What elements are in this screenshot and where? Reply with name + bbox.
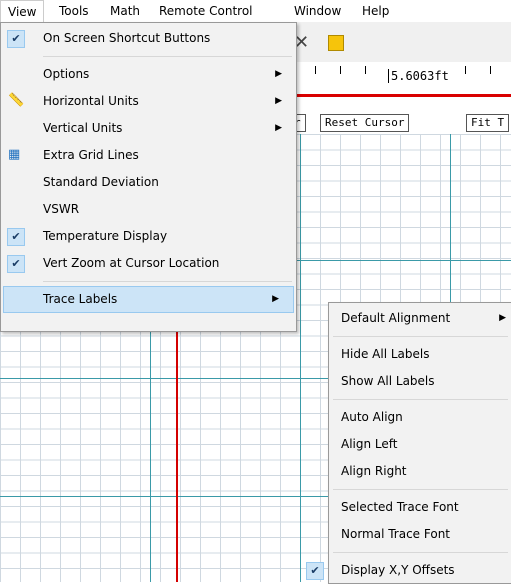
menu-bar: View Tools Math Remote Control Window He…: [0, 0, 511, 23]
checkmark-icon: ✔: [7, 30, 25, 48]
menu-item-show-all-labels[interactable]: Show All Labels: [329, 368, 511, 395]
view-menu-dropdown: ✔ On Screen Shortcut Buttons Options ▶ 📏…: [0, 22, 297, 332]
menu-tools[interactable]: Tools: [52, 0, 96, 22]
menu-item-align-left[interactable]: Align Left: [329, 431, 511, 458]
submenu-arrow-icon: ▶: [272, 294, 279, 304]
checkmark-icon: ✔: [306, 562, 324, 580]
menu-help[interactable]: Help: [355, 0, 396, 22]
menu-item-horizontal-units[interactable]: 📏 Horizontal Units ▶: [1, 88, 296, 115]
checkmark-icon: ✔: [7, 228, 25, 246]
menu-item-trace-labels[interactable]: Trace Labels ▶: [3, 286, 294, 313]
checkmark-icon: ✔: [7, 255, 25, 273]
menu-separator: [333, 336, 508, 337]
submenu-arrow-icon: ▶: [275, 69, 282, 79]
menu-separator: [333, 489, 508, 490]
trace-labels-submenu: Default Alignment ▶ Hide All Labels Show…: [306, 302, 511, 584]
menu-item-display-xy-offsets[interactable]: ✔ Display X,Y Offsets: [306, 557, 511, 584]
fit-button[interactable]: Fit T: [466, 114, 510, 132]
menu-item-options[interactable]: Options ▶: [1, 61, 296, 88]
menu-separator: [333, 552, 508, 553]
menu-math[interactable]: Math: [103, 0, 147, 22]
menu-remote-control[interactable]: Remote Control: [152, 0, 260, 22]
menu-item-auto-align[interactable]: Auto Align: [329, 404, 511, 431]
submenu-arrow-icon: ▶: [275, 96, 282, 106]
menu-view[interactable]: View: [0, 0, 45, 23]
menu-item-align-right[interactable]: Align Right: [329, 458, 511, 485]
cursor-line[interactable]: [176, 322, 178, 582]
menu-item-normal-trace-font[interactable]: Normal Trace Font: [329, 521, 511, 548]
menu-item-extra-grid-lines[interactable]: ▦ Extra Grid Lines: [1, 142, 296, 169]
menu-item-hide-all-labels[interactable]: Hide All Labels: [329, 341, 511, 368]
submenu-arrow-icon: ▶: [499, 313, 506, 323]
ruler-icon: 📏: [8, 93, 25, 108]
menu-item-temperature-display[interactable]: ✔ Temperature Display: [1, 223, 296, 250]
menu-separator: [333, 399, 508, 400]
menu-item-selected-trace-font[interactable]: Selected Trace Font: [329, 494, 511, 521]
menu-item-vswr[interactable]: VSWR: [1, 196, 296, 223]
note-icon[interactable]: [328, 35, 344, 51]
menu-item-default-alignment[interactable]: Default Alignment ▶: [329, 305, 511, 332]
reset-cursor-button[interactable]: Reset Cursor: [320, 114, 410, 132]
grid-icon: ▦: [8, 147, 21, 162]
menu-window[interactable]: Window: [287, 0, 348, 22]
menu-separator: [43, 281, 292, 282]
menu-item-on-screen-shortcut-buttons[interactable]: ✔ On Screen Shortcut Buttons: [1, 25, 296, 52]
cursor-readout: 5.6063ft: [388, 69, 449, 83]
menu-item-vertical-units[interactable]: Vertical Units ▶: [1, 115, 296, 142]
menu-separator: [43, 56, 292, 57]
menu-item-vert-zoom-at-cursor[interactable]: ✔ Vert Zoom at Cursor Location: [1, 250, 296, 277]
submenu-arrow-icon: ▶: [275, 123, 282, 133]
menu-item-standard-deviation[interactable]: Standard Deviation: [1, 169, 296, 196]
